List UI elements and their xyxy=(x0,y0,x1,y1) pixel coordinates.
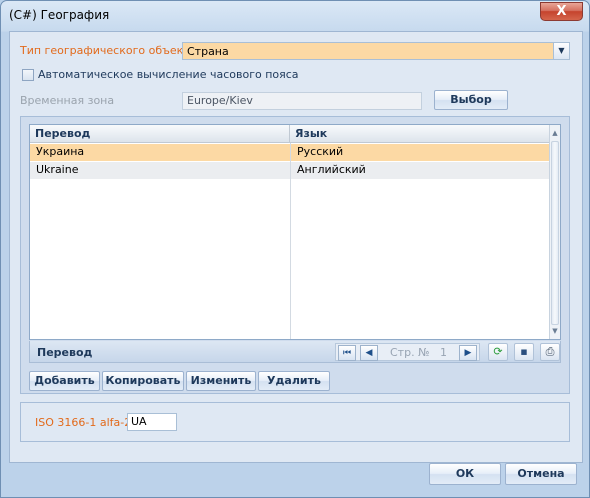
delete-button[interactable]: Удалить xyxy=(258,371,330,391)
geo-type-value: Страна xyxy=(187,45,229,58)
page-number: 1 xyxy=(440,346,447,359)
column-divider xyxy=(290,143,291,339)
column-header-language[interactable]: Язык xyxy=(290,125,551,143)
auto-tz-label[interactable]: Автоматическое вычисление часового пояса xyxy=(38,68,299,81)
grid-pager: Перевод ⏮ ◀ Стр. № 1 ▶ ⟳ ▪ ⎙ xyxy=(29,341,561,363)
cell-language: Русский xyxy=(297,145,344,158)
geo-type-combobox[interactable]: Страна ▼ xyxy=(182,42,570,60)
vertical-scrollbar[interactable]: ▲ ▼ xyxy=(549,125,560,339)
page-label: Стр. № xyxy=(390,346,430,359)
auto-tz-checkbox[interactable] xyxy=(22,69,34,81)
iso-label: ISO 3166-1 alfa-2 xyxy=(35,416,132,429)
pager-title: Перевод xyxy=(37,346,93,359)
window-title: (C#) География xyxy=(9,8,110,22)
column-header-translation[interactable]: Перевод xyxy=(30,125,290,143)
print-icon[interactable]: ⎙ xyxy=(540,343,560,361)
close-button[interactable]: X xyxy=(540,2,583,21)
add-button[interactable]: Добавить xyxy=(29,371,100,391)
refresh-icon[interactable]: ⟳ xyxy=(488,343,508,361)
tz-label: Временная зона xyxy=(20,94,115,107)
edit-button[interactable]: Изменить xyxy=(186,371,256,391)
dialog-body: Тип географического объекта Страна ▼ Авт… xyxy=(9,31,583,463)
next-page-icon[interactable]: ▶ xyxy=(459,345,477,361)
dialog-window: (C#) География X Тип географического объ… xyxy=(0,0,590,498)
scroll-up-icon[interactable]: ▲ xyxy=(550,127,560,139)
save-icon[interactable]: ▪ xyxy=(514,343,534,361)
cancel-button[interactable]: Отмена xyxy=(505,463,577,485)
iso-panel: ISO 3166-1 alfa-2 UA xyxy=(20,402,570,442)
prev-page-icon[interactable]: ◀ xyxy=(360,345,378,361)
ok-button[interactable]: ОК xyxy=(429,463,501,485)
grid-header: Перевод Язык xyxy=(30,125,551,143)
translations-grid: Перевод Язык Украина Русский Ukraine Анг… xyxy=(29,124,561,340)
pager-navigation: ⏮ ◀ Стр. № 1 ▶ xyxy=(335,343,480,361)
scroll-thumb[interactable] xyxy=(551,141,559,325)
dialog-footer: ОК Отмена xyxy=(1,463,589,497)
scroll-down-icon[interactable]: ▼ xyxy=(550,325,560,337)
tz-field[interactable]: Europe/Kiev xyxy=(182,92,422,110)
translations-panel: Перевод Язык Украина Русский Ukraine Анг… xyxy=(20,116,570,394)
geo-type-label: Тип географического объекта xyxy=(20,44,197,57)
cell-language: Английский xyxy=(297,163,366,176)
select-tz-button[interactable]: Выбор xyxy=(434,90,508,110)
title-bar[interactable]: (C#) География X xyxy=(1,1,589,31)
iso-code-field[interactable]: UA xyxy=(127,413,177,431)
first-page-icon[interactable]: ⏮ xyxy=(338,345,356,361)
cell-translation: Украина xyxy=(36,145,85,158)
copy-button[interactable]: Копировать xyxy=(102,371,184,391)
chevron-down-icon[interactable]: ▼ xyxy=(553,43,569,59)
cell-translation: Ukraine xyxy=(36,163,79,176)
